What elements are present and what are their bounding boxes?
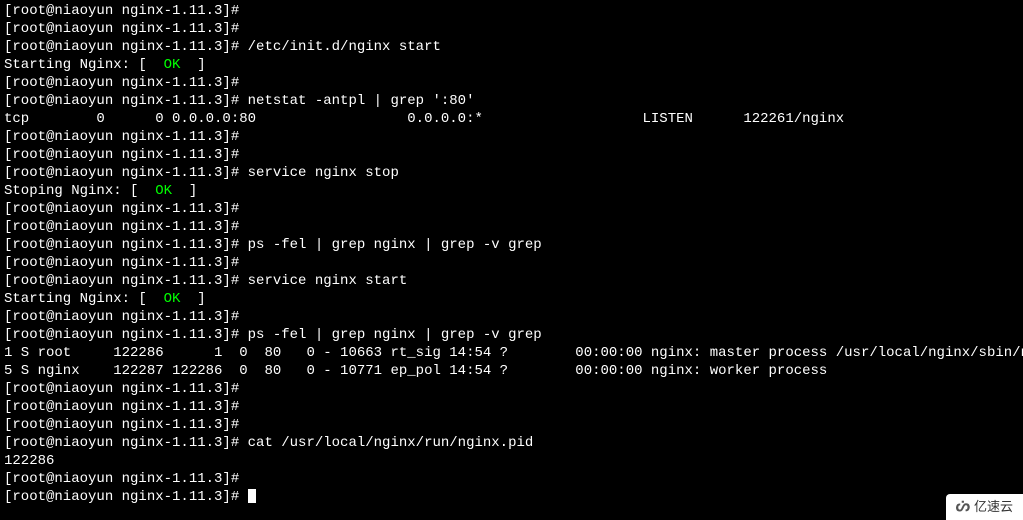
command-line: [root@niaoyun nginx-1.11.3]# /etc/init.d… <box>4 38 1019 56</box>
prompt-line: [root@niaoyun nginx-1.11.3]# <box>4 200 1019 218</box>
status-text: ] <box>180 57 205 73</box>
cursor-icon <box>248 489 256 503</box>
output-line: Starting Nginx: [ OK ] <box>4 56 1019 74</box>
prompt-line: [root@niaoyun nginx-1.11.3]# <box>4 146 1019 164</box>
watermark-badge: ᔖ 亿速云 <box>946 494 1023 520</box>
status-ok: OK <box>164 57 181 73</box>
watermark-icon: ᔖ <box>956 498 970 516</box>
prompt-line: [root@niaoyun nginx-1.11.3]# <box>4 380 1019 398</box>
command-line: [root@niaoyun nginx-1.11.3]# service ngi… <box>4 272 1019 290</box>
prompt-line: [root@niaoyun nginx-1.11.3]# <box>4 398 1019 416</box>
prompt-line: [root@niaoyun nginx-1.11.3]# <box>4 2 1019 20</box>
terminal-output[interactable]: [root@niaoyun nginx-1.11.3]# [root@niaoy… <box>4 2 1019 506</box>
command-line: [root@niaoyun nginx-1.11.3]# cat /usr/lo… <box>4 434 1019 452</box>
watermark-text: 亿速云 <box>974 498 1013 516</box>
command-line: [root@niaoyun nginx-1.11.3]# ps -fel | g… <box>4 236 1019 254</box>
prompt-line: [root@niaoyun nginx-1.11.3]# <box>4 254 1019 272</box>
prompt-line: [root@niaoyun nginx-1.11.3]# <box>4 128 1019 146</box>
prompt-line: [root@niaoyun nginx-1.11.3]# <box>4 218 1019 236</box>
command-line: [root@niaoyun nginx-1.11.3]# service ngi… <box>4 164 1019 182</box>
command-line: [root@niaoyun nginx-1.11.3]# netstat -an… <box>4 92 1019 110</box>
prompt-line: [root@niaoyun nginx-1.11.3]# <box>4 416 1019 434</box>
status-text: Starting Nginx: [ <box>4 291 164 307</box>
prompt-line: [root@niaoyun nginx-1.11.3]# <box>4 308 1019 326</box>
prompt-line: [root@niaoyun nginx-1.11.3]# <box>4 74 1019 92</box>
status-text: Starting Nginx: [ <box>4 57 164 73</box>
command-line: [root@niaoyun nginx-1.11.3]# ps -fel | g… <box>4 326 1019 344</box>
prompt-text: [root@niaoyun nginx-1.11.3]# <box>4 489 248 505</box>
status-ok: OK <box>155 183 172 199</box>
output-line: 1 S root 122286 1 0 80 0 - 10663 rt_sig … <box>4 344 1019 362</box>
prompt-line: [root@niaoyun nginx-1.11.3]# <box>4 20 1019 38</box>
output-line: 5 S nginx 122287 122286 0 80 0 - 10771 e… <box>4 362 1019 380</box>
output-line: Stoping Nginx: [ OK ] <box>4 182 1019 200</box>
prompt-line: [root@niaoyun nginx-1.11.3]# <box>4 470 1019 488</box>
output-line: Starting Nginx: [ OK ] <box>4 290 1019 308</box>
status-text: ] <box>172 183 197 199</box>
status-text: ] <box>180 291 205 307</box>
status-ok: OK <box>164 291 181 307</box>
prompt-line-active: [root@niaoyun nginx-1.11.3]# <box>4 488 1019 506</box>
status-text: Stoping Nginx: [ <box>4 183 155 199</box>
output-line: 122286 <box>4 452 1019 470</box>
output-line: tcp 0 0 0.0.0.0:80 0.0.0.0:* LISTEN 1222… <box>4 110 1019 128</box>
